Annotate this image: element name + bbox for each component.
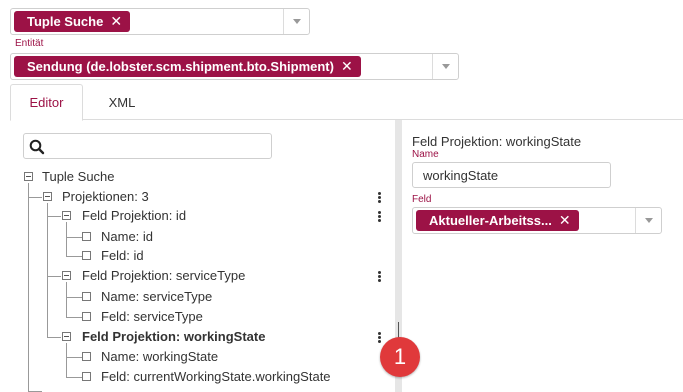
tree-node-projection-workingstate[interactable]: Feld Projektion: workingState xyxy=(82,329,265,345)
collapse-icon[interactable] xyxy=(62,271,71,280)
leaf-icon xyxy=(82,292,91,301)
leaf-icon xyxy=(82,312,91,321)
close-icon[interactable]: ✕ xyxy=(559,212,571,229)
collapse-icon[interactable] xyxy=(62,211,71,220)
more-options-icon[interactable] xyxy=(378,271,381,283)
step-badge: 1 xyxy=(380,337,420,377)
dropdown-toggle[interactable] xyxy=(432,54,458,79)
collapse-icon[interactable] xyxy=(62,332,71,341)
name-label: Name xyxy=(412,149,439,160)
dropdown-toggle[interactable] xyxy=(635,208,661,233)
chevron-down-icon xyxy=(644,218,653,223)
leaf-icon xyxy=(82,251,91,260)
more-options-icon[interactable] xyxy=(378,211,381,223)
projection-tree: Tuple Suche Projektionen: 3 Feld Projekt… xyxy=(0,0,395,392)
tree-leaf-field[interactable]: Feld: id xyxy=(101,248,144,264)
more-options-icon[interactable] xyxy=(378,192,381,204)
tree-node-root[interactable]: Tuple Suche xyxy=(42,169,115,185)
field-chip: Aktueller-Arbeitss... ✕ xyxy=(416,210,579,231)
tree-leaf-name[interactable]: Name: workingState xyxy=(101,349,218,365)
leaf-icon xyxy=(82,372,91,381)
leaf-icon xyxy=(82,352,91,361)
name-input[interactable]: workingState xyxy=(412,162,611,188)
tree-node-projection-servicetype[interactable]: Feld Projektion: serviceType xyxy=(82,268,245,284)
tree-leaf-field[interactable]: Feld: currentWorkingState.workingState xyxy=(101,369,331,385)
tree-leaf-field[interactable]: Feld: serviceType xyxy=(101,309,203,325)
tree-leaf-name[interactable]: Name: serviceType xyxy=(101,289,212,305)
tree-node-projections[interactable]: Projektionen: 3 xyxy=(62,189,149,205)
leaf-icon xyxy=(82,232,91,241)
detail-title: Feld Projektion: workingState xyxy=(412,134,582,149)
collapse-icon[interactable] xyxy=(43,192,52,201)
field-chip-label: Aktueller-Arbeitss... xyxy=(429,213,552,228)
more-options-icon[interactable] xyxy=(378,332,381,344)
chevron-down-icon xyxy=(441,64,450,69)
collapse-icon[interactable] xyxy=(24,172,33,181)
field-select[interactable]: Aktueller-Arbeitss... ✕ xyxy=(412,207,662,234)
tree-node-projection-id[interactable]: Feld Projektion: id xyxy=(82,208,186,224)
field-label: Feld xyxy=(412,194,432,205)
tree-leaf-name[interactable]: Name: id xyxy=(101,229,153,245)
